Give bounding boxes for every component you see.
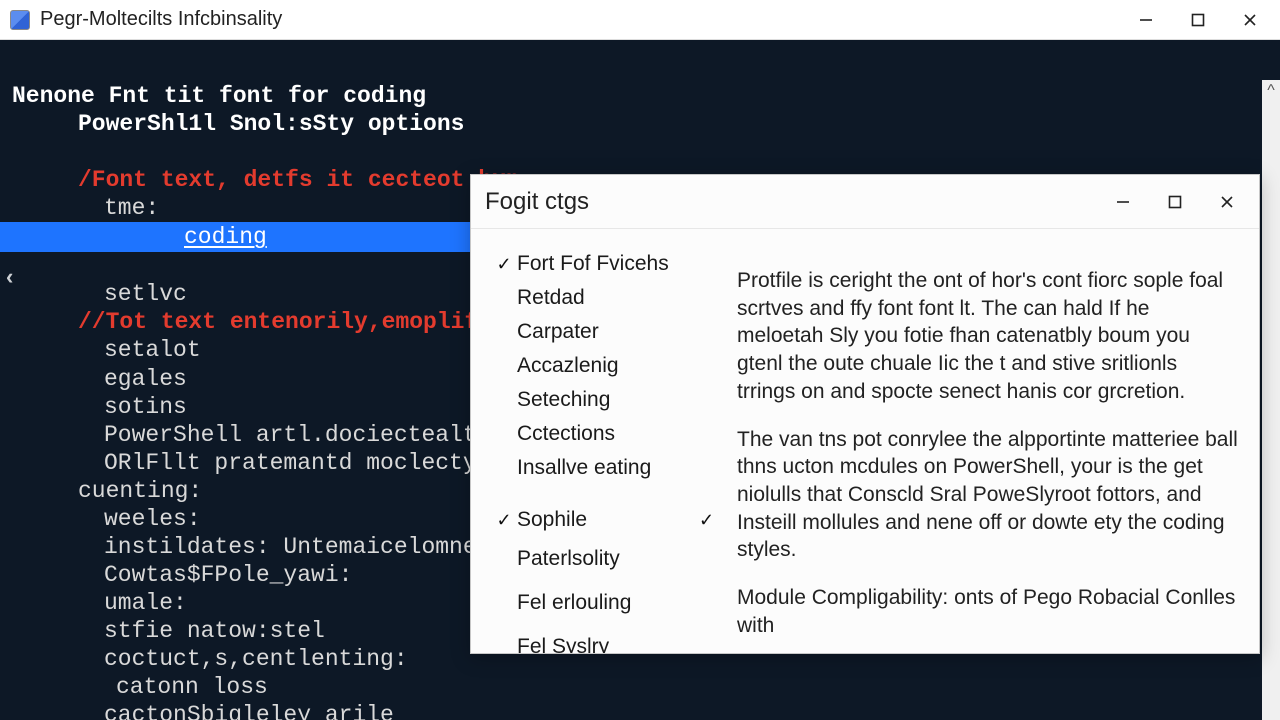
- editor-selected-text: coding: [104, 224, 267, 250]
- check-icon: ✓: [491, 510, 517, 531]
- editor-comment: //Tot text entenorily,emoplifent.: [12, 309, 533, 335]
- close-button[interactable]: [1224, 0, 1276, 39]
- dialog-content: Protfile is ceright the ont of hor's con…: [731, 229, 1259, 653]
- editor-heading: Nenone Fnt tit font for coding: [12, 83, 426, 109]
- minimize-icon: [1139, 13, 1153, 27]
- editor-line: instildates: Untemaicelomne:/>: [12, 534, 518, 560]
- nav-separator: [491, 485, 725, 503]
- editor-line: setlvc: [12, 281, 187, 307]
- nav-label: Retdad: [517, 286, 585, 310]
- minimize-button[interactable]: [1120, 0, 1172, 39]
- nav-item-insallve[interactable]: Insallve eating: [491, 451, 725, 485]
- editor-line: stfie natow:stel: [12, 618, 325, 644]
- editor-line: cactonSbigleley_arile: [12, 702, 394, 720]
- dialog-title: Fogit ctgs: [485, 188, 1097, 216]
- check-icon: ✓: [699, 510, 725, 531]
- maximize-button[interactable]: [1172, 0, 1224, 39]
- maximize-icon: [1168, 195, 1182, 209]
- dialog-paragraph: The van tns pot conrylee the alpportinte…: [737, 426, 1239, 565]
- editor-line: coctuct,s,centlenting:: [12, 646, 408, 672]
- nav-label: Cctections: [517, 422, 615, 446]
- dialog-minimize-button[interactable]: [1097, 175, 1149, 228]
- editor-line: setalot: [12, 337, 201, 363]
- nav-label: Fel erlouling: [517, 591, 631, 615]
- editor-line: egales: [12, 366, 187, 392]
- dialog-maximize-button[interactable]: [1149, 175, 1201, 228]
- editor-line: sotins: [12, 394, 187, 420]
- nav-item-accazlenig[interactable]: Accazlenig: [491, 349, 725, 383]
- dialog-paragraph: Protfile is ceright the ont of hor's con…: [737, 267, 1239, 406]
- dialog-window-buttons: [1097, 175, 1253, 228]
- dialog-nav: ✓ Fort Fof Fvicehs Retdad Carpater Accaz…: [471, 229, 731, 653]
- editor-line: tme:: [12, 195, 159, 221]
- nav-item-fortfof[interactable]: ✓ Fort Fof Fvicehs: [491, 247, 725, 281]
- editor-line: Cowtas$FPole_yawi:: [12, 562, 352, 588]
- nav-label: Seteching: [517, 388, 610, 412]
- editor-area: Nenone Fnt tit font for coding PowerShl1…: [0, 40, 1280, 720]
- editor-line: catonn loss: [12, 674, 268, 700]
- editor-comment: /Font text, detfs it cecteot bxp: [12, 167, 520, 193]
- window-title: Pegr-Moltecilts Infcbinsality: [40, 8, 1120, 31]
- nav-label: Carpater: [517, 320, 599, 344]
- nav-item-felsyslry[interactable]: Fel Syslry: [491, 625, 725, 653]
- editor-line: cuenting:: [12, 478, 202, 504]
- dialog-paragraph: Module Compligability: onts of Pego Roba…: [737, 584, 1239, 639]
- nav-item-paterlsolity[interactable]: Paterlsolity: [491, 537, 725, 581]
- scroll-up-icon[interactable]: ^: [1262, 80, 1280, 102]
- editor-line: PowerShell artl.dociectealt./ry: [12, 422, 532, 448]
- minimize-icon: [1116, 195, 1130, 209]
- vertical-scrollbar[interactable]: ^: [1262, 80, 1280, 720]
- dialog-body: ✓ Fort Fof Fvicehs Retdad Carpater Accaz…: [471, 229, 1259, 653]
- settings-dialog: Fogit ctgs ✓ Fort Fof Fvicehs: [470, 174, 1260, 654]
- window-buttons: [1120, 0, 1276, 39]
- dialog-titlebar: Fogit ctgs: [471, 175, 1259, 229]
- editor-line: ORlFllt pratemantd moclecty: [12, 450, 477, 476]
- fold-chevron-left-icon[interactable]: ‹: [6, 264, 13, 290]
- nav-label: Fort Fof Fvicehs: [517, 252, 669, 276]
- nav-label: Sophile: [517, 508, 587, 532]
- app-icon: [10, 10, 30, 30]
- dialog-close-button[interactable]: [1201, 175, 1253, 228]
- nav-item-cctections[interactable]: Cctections: [491, 417, 725, 451]
- nav-item-seteching[interactable]: Seteching: [491, 383, 725, 417]
- editor-line: umale:: [12, 590, 187, 616]
- editor-subheading: PowerShl1l Snol:sSty options: [12, 111, 464, 137]
- main-titlebar: Pegr-Moltecilts Infcbinsality: [0, 0, 1280, 40]
- nav-item-felerlouling[interactable]: Fel erlouling: [491, 581, 725, 625]
- nav-label: Insallve eating: [517, 456, 651, 480]
- nav-item-carpater[interactable]: Carpater: [491, 315, 725, 349]
- check-icon: ✓: [491, 254, 517, 275]
- editor-line: weeles:: [12, 506, 201, 532]
- scroll-track[interactable]: [1262, 102, 1280, 720]
- editor-selected-line: coding: [0, 222, 480, 252]
- nav-label: Paterlsolity: [517, 547, 620, 571]
- nav-item-retdad[interactable]: Retdad: [491, 281, 725, 315]
- close-icon: [1220, 195, 1234, 209]
- nav-label: Accazlenig: [517, 354, 619, 378]
- close-icon: [1243, 13, 1257, 27]
- maximize-icon: [1191, 13, 1205, 27]
- nav-label: Fel Syslry: [517, 635, 609, 653]
- nav-item-sophile[interactable]: ✓ Sophile ✓: [491, 503, 725, 537]
